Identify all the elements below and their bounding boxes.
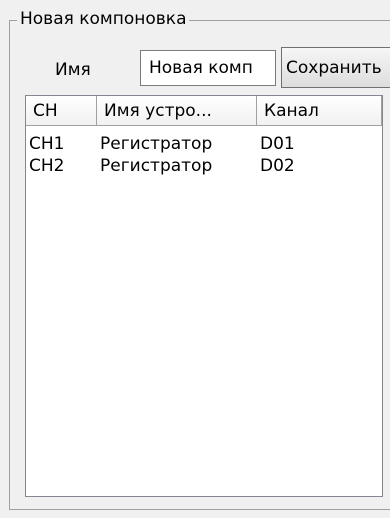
table-row[interactable]: CH1 Регистратор D01 [26,133,382,155]
cell-device-name: Регистратор [100,134,213,154]
list-header: CH Имя устро... Канал [26,96,382,126]
cell-device-name: Регистратор [100,156,213,176]
column-header-ch[interactable]: CH [26,96,97,126]
column-header-device-name[interactable]: Имя устро... [97,96,257,126]
channel-list[interactable]: CH Имя устро... Канал CH1 Регистратор D0… [25,95,383,497]
name-input[interactable] [140,50,276,86]
save-button[interactable]: Сохранить [281,47,390,88]
table-row[interactable]: CH2 Регистратор D02 [26,155,382,177]
cell-channel: D01 [260,134,295,154]
column-header-channel[interactable]: Канал [257,96,382,126]
name-label: Имя [55,60,91,80]
cell-channel: D02 [260,156,295,176]
cell-ch: CH2 [29,156,65,176]
cell-ch: CH1 [29,134,65,154]
group-title: Новая компоновка [17,8,190,30]
